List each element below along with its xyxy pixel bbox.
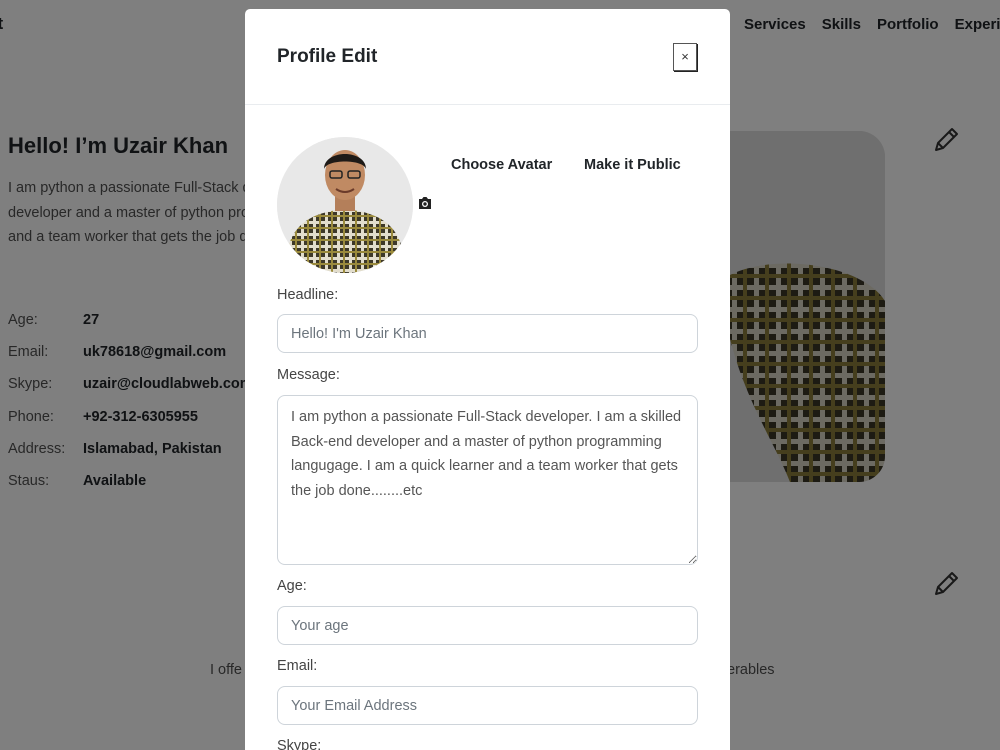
close-button[interactable]: × [673,43,697,71]
message-textarea[interactable]: I am python a passionate Full-Stack deve… [277,395,698,565]
modal-header: Profile Edit × [245,9,730,105]
avatar [277,137,413,273]
make-public-button[interactable]: Make it Public [584,157,681,173]
avatar-photo-icon [277,137,413,273]
email-label: Email: [277,658,318,674]
headline-input[interactable] [277,314,698,353]
modal-title: Profile Edit [277,46,378,67]
profile-edit-modal: Profile Edit × Choose Avatar Make it Pub… [245,9,730,750]
camera-icon[interactable] [417,195,433,211]
age-label: Age: [277,578,307,594]
message-label: Message: [277,367,340,383]
skype-label: Skype: [277,738,322,750]
email-input[interactable] [277,686,698,725]
headline-label: Headline: [277,287,339,303]
page: et Services Skills Portfolio Experi Hell… [0,0,1000,750]
age-input[interactable] [277,606,698,645]
choose-avatar-button[interactable]: Choose Avatar [451,157,552,173]
